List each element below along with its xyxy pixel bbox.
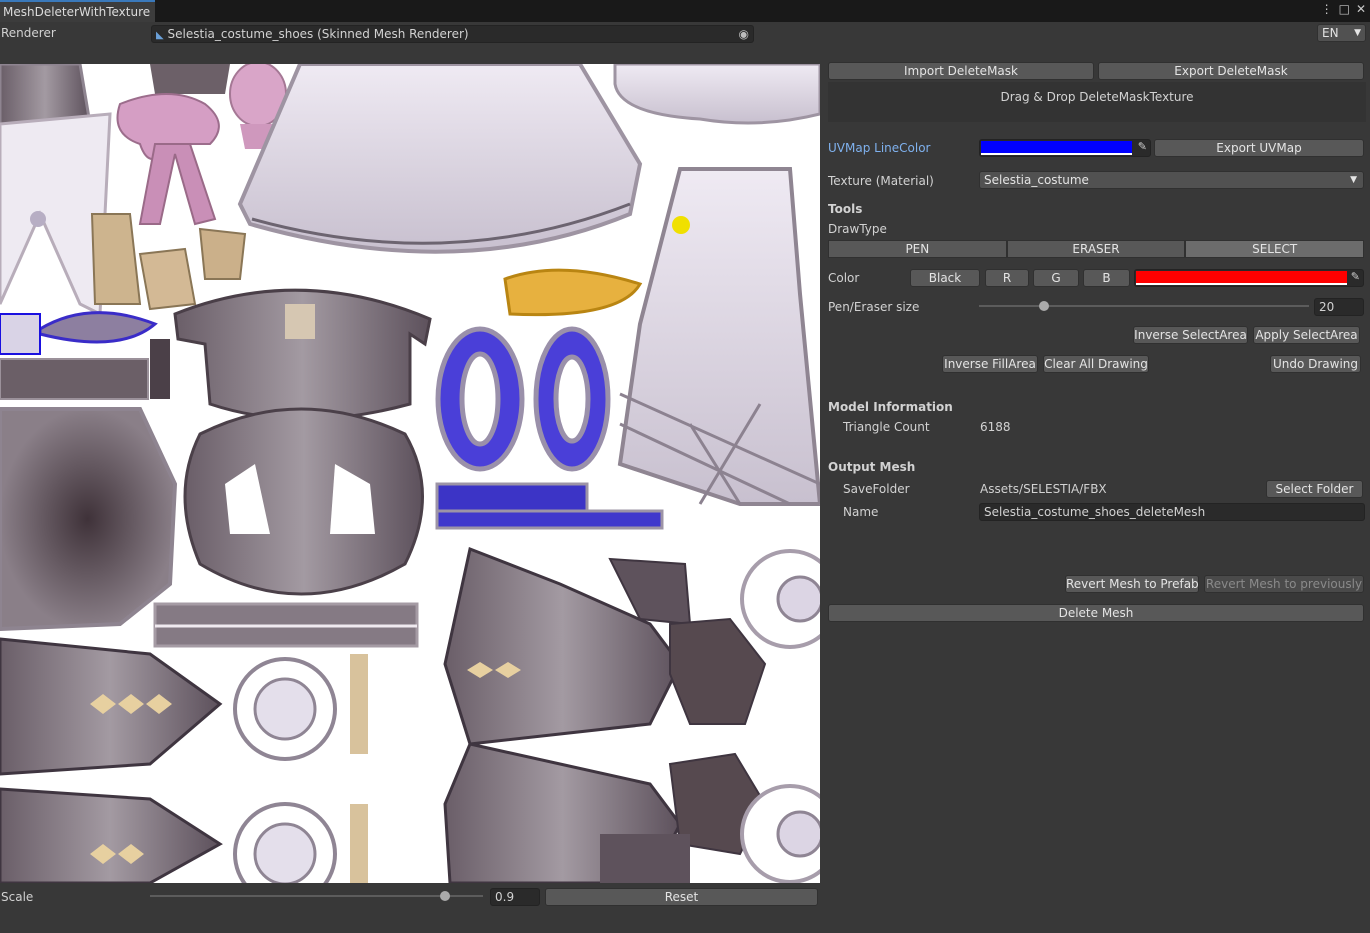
scale-slider[interactable]	[150, 885, 483, 907]
pen-size-label: Pen/Eraser size	[828, 300, 920, 314]
maximize-icon[interactable]: □	[1339, 2, 1350, 16]
texture-material-value: Selestia_costume	[984, 173, 1089, 187]
skinned-mesh-icon: ◣	[156, 30, 164, 41]
scale-label: Scale	[1, 890, 34, 904]
drop-area-label: Drag & Drop DeleteMaskTexture	[1000, 90, 1194, 104]
eyedropper-icon[interactable]: ✎	[1351, 270, 1360, 283]
color-b-button[interactable]: B	[1083, 269, 1130, 287]
uvmap-linecolor-label: UVMap LineColor	[828, 141, 931, 155]
chevron-down-icon: ▼	[1354, 28, 1361, 38]
mesh-name-input[interactable]: Selestia_costume_shoes_deleteMesh	[979, 503, 1365, 521]
tab-bar: MeshDeleterWithTexture ⋮ □ ✕	[0, 0, 1370, 22]
savefolder-label: SaveFolder	[843, 482, 910, 496]
renderer-label: Renderer	[1, 26, 56, 40]
drawtype-select-button[interactable]: SELECT	[1185, 240, 1365, 258]
undo-drawing-button[interactable]: Undo Drawing	[1270, 355, 1361, 373]
color-g-button[interactable]: G	[1033, 269, 1079, 287]
pen-size-slider-thumb[interactable]	[1039, 301, 1049, 311]
renderer-object-field[interactable]: ◣ Selestia_costume_shoes (Skinned Mesh R…	[151, 25, 754, 43]
window-controls: ⋮ □ ✕	[1321, 2, 1366, 16]
drawtype-eraser-button[interactable]: ERASER	[1006, 240, 1186, 258]
pen-size-slider-track	[979, 305, 1309, 307]
close-icon[interactable]: ✕	[1356, 2, 1366, 16]
import-deletemask-button[interactable]: Import DeleteMask	[828, 62, 1094, 80]
output-mesh-heading: Output Mesh	[828, 460, 916, 474]
uv-texture-preview	[0, 64, 820, 883]
revert-mesh-to-prefab-button[interactable]: Revert Mesh to Prefab	[1065, 575, 1199, 593]
triangle-count-label: Triangle Count	[843, 420, 930, 434]
uv-texture-canvas[interactable]	[0, 64, 820, 883]
clear-all-drawing-button[interactable]: Clear All Drawing	[1043, 355, 1149, 373]
inverse-fillarea-button[interactable]: Inverse FillArea	[942, 355, 1038, 373]
apply-selectarea-button[interactable]: Apply SelectArea	[1253, 326, 1360, 344]
reset-button[interactable]: Reset	[545, 888, 818, 906]
eyedropper-icon[interactable]: ✎	[1138, 140, 1147, 153]
language-dropdown[interactable]: EN ▼	[1317, 24, 1366, 42]
drawtype-toolbar: PEN ERASER SELECT	[828, 240, 1365, 258]
pen-color-swatch	[1136, 271, 1347, 285]
drawtype-label: DrawType	[828, 222, 887, 236]
export-deletemask-button[interactable]: Export DeleteMask	[1098, 62, 1364, 80]
model-information-heading: Model Information	[828, 400, 953, 414]
drop-area[interactable]: Drag & Drop DeleteMaskTexture	[828, 82, 1366, 122]
texture-material-dropdown[interactable]: Selestia_costume ▼	[979, 171, 1364, 189]
object-picker-icon[interactable]: ◉	[739, 26, 749, 42]
pen-color-field[interactable]: ✎	[1134, 269, 1364, 287]
color-r-button[interactable]: R	[985, 269, 1029, 287]
tools-heading: Tools	[828, 202, 863, 216]
triangle-count-value: 6188	[980, 420, 1011, 434]
pen-size-slider[interactable]	[979, 297, 1309, 315]
window-tab[interactable]: MeshDeleterWithTexture	[0, 0, 155, 22]
renderer-value: Selestia_costume_shoes (Skinned Mesh Ren…	[167, 27, 469, 41]
more-options-icon[interactable]: ⋮	[1321, 2, 1333, 16]
pen-size-input[interactable]: 20	[1314, 298, 1364, 316]
inverse-selectarea-button[interactable]: Inverse SelectArea	[1133, 326, 1248, 344]
chevron-down-icon: ▼	[1350, 175, 1357, 185]
uvmap-color-swatch	[981, 141, 1132, 155]
delete-mesh-button[interactable]: Delete Mesh	[828, 604, 1364, 622]
color-black-button[interactable]: Black	[910, 269, 980, 287]
scale-slider-thumb[interactable]	[440, 891, 450, 901]
texture-material-label: Texture (Material)	[828, 174, 934, 188]
scale-slider-track	[150, 895, 483, 897]
export-uvmap-button[interactable]: Export UVMap	[1154, 139, 1364, 157]
scale-input[interactable]: 0.9	[490, 888, 540, 906]
drawtype-pen-button[interactable]: PEN	[828, 240, 1007, 258]
savefolder-value: Assets/SELESTIA/FBX	[980, 482, 1107, 496]
name-label: Name	[843, 505, 879, 519]
select-folder-button[interactable]: Select Folder	[1266, 480, 1363, 498]
language-value: EN	[1322, 26, 1339, 40]
revert-mesh-to-previously-button[interactable]: Revert Mesh to previously	[1204, 575, 1364, 593]
color-label: Color	[828, 271, 860, 285]
uvmap-color-field[interactable]: ✎	[979, 139, 1151, 157]
